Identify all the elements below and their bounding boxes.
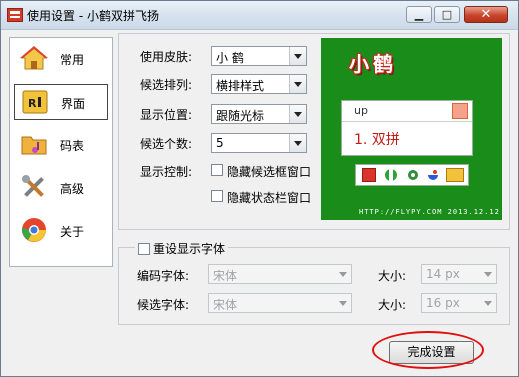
control-label: 显示控制:: [140, 165, 193, 179]
chevron-down-icon: [289, 47, 306, 65]
minimize-button[interactable]: ▁: [406, 6, 432, 23]
candidate-size-select[interactable]: 16 px: [421, 293, 497, 313]
skin-select[interactable]: 小 鹤: [211, 46, 307, 66]
hide-statusbar-label[interactable]: 隐藏状态栏窗口: [227, 189, 311, 206]
chevron-down-icon: [289, 105, 306, 123]
minimize-icon: ▁: [414, 8, 424, 21]
chevron-down-icon: [289, 134, 306, 152]
sidebar-item-label: 常用: [60, 53, 85, 67]
close-button[interactable]: ✕: [464, 6, 508, 23]
preview-punct-icon: [408, 170, 418, 180]
close-icon: ✕: [480, 7, 492, 22]
hide-candidate-label[interactable]: 隐藏候选框窗口: [227, 163, 311, 180]
interface-icon: R: [22, 90, 48, 114]
candidate-font-label: 候选字体:: [137, 298, 190, 312]
preview-lang-icon: [385, 169, 397, 181]
sidebar-item-label: 关于: [60, 225, 85, 239]
reset-font-label[interactable]: 重设显示字体: [153, 242, 225, 256]
preview-candidate: 1. 双拼: [354, 132, 400, 148]
sidebar: 常用 R 界面 码表 高级 关于: [9, 37, 113, 267]
candidate-font-value: 宋体: [213, 298, 238, 312]
preview-toolbar: [355, 164, 469, 186]
preview-logo-icon: [452, 103, 468, 119]
skin-preview: 小鹤 up 1. 双拼 HTTP://FLYPY.COM 2013.12.12: [321, 38, 502, 220]
count-select[interactable]: 5: [211, 133, 307, 153]
window-title: 使用设置 - 小鹤双拼飞扬: [27, 9, 159, 23]
preview-keyboard-icon: [446, 168, 464, 182]
hide-candidate-checkbox[interactable]: [211, 164, 223, 176]
preview-input-text: up: [354, 104, 368, 117]
code-font-select[interactable]: 宋体: [208, 264, 352, 284]
candidate-size-value: 16 px: [426, 296, 460, 310]
count-label: 候选个数:: [140, 137, 193, 151]
order-label: 候选排列:: [140, 78, 193, 92]
order-value: 横排样式: [216, 79, 265, 93]
order-select[interactable]: 横排样式: [211, 74, 307, 94]
folder-music-icon: [21, 136, 47, 155]
reset-font-legend: 重设显示字体: [135, 240, 229, 256]
preview-ime-icon: [362, 168, 376, 182]
skin-label: 使用皮肤:: [140, 50, 193, 64]
font-settings-group: [118, 247, 510, 325]
chevron-down-icon: [289, 75, 306, 93]
tools-icon: [22, 175, 44, 197]
position-select[interactable]: 跟随光标: [211, 104, 307, 124]
position-value: 跟随光标: [216, 109, 265, 123]
preview-shape-icon: [428, 170, 438, 180]
chevron-down-icon: [480, 265, 496, 283]
code-size-select[interactable]: 14 px: [421, 264, 497, 284]
chevron-down-icon: [480, 294, 496, 312]
sidebar-item-label: 高级: [60, 182, 85, 196]
candidate-size-label: 大小:: [378, 298, 407, 312]
svg-text:R: R: [28, 97, 37, 110]
code-font-value: 宋体: [213, 269, 238, 283]
maximize-button[interactable]: □: [434, 6, 460, 23]
position-label: 显示位置:: [140, 108, 193, 122]
hide-statusbar-checkbox[interactable]: [211, 190, 223, 202]
sidebar-item-interface[interactable]: R 界面: [14, 84, 108, 120]
skin-value: 小 鹤: [216, 51, 244, 65]
code-size-label: 大小:: [378, 269, 407, 283]
sidebar-item-label: 界面: [61, 97, 86, 111]
done-button[interactable]: 完成设置: [389, 341, 474, 364]
chevron-down-icon: [335, 265, 351, 283]
chevron-down-icon: [335, 294, 351, 312]
house-icon: [20, 46, 48, 70]
count-value: 5: [216, 136, 224, 150]
preview-brand: 小鹤: [349, 52, 397, 76]
sidebar-item-about[interactable]: 关于: [14, 213, 108, 249]
sidebar-item-label: 码表: [60, 139, 85, 153]
app-icon: [7, 8, 23, 22]
preview-input-line: up: [342, 101, 472, 122]
preview-candidate-box: up 1. 双拼: [341, 100, 473, 156]
chrome-ball-icon: [21, 218, 46, 242]
sidebar-item-codetable[interactable]: 码表: [14, 127, 108, 163]
code-font-label: 编码字体:: [137, 269, 190, 283]
maximize-icon: □: [441, 8, 453, 21]
reset-font-checkbox[interactable]: [138, 242, 150, 255]
code-size-value: 14 px: [426, 267, 460, 281]
sidebar-item-advanced[interactable]: 高级: [14, 170, 108, 206]
preview-url: HTTP://FLYPY.COM 2013.12.12: [359, 208, 500, 216]
title-bar[interactable]: 使用设置 - 小鹤双拼飞扬 ▁ □ ✕: [1, 1, 518, 30]
candidate-font-select[interactable]: 宋体: [208, 293, 352, 313]
sidebar-item-common[interactable]: 常用: [14, 41, 108, 77]
